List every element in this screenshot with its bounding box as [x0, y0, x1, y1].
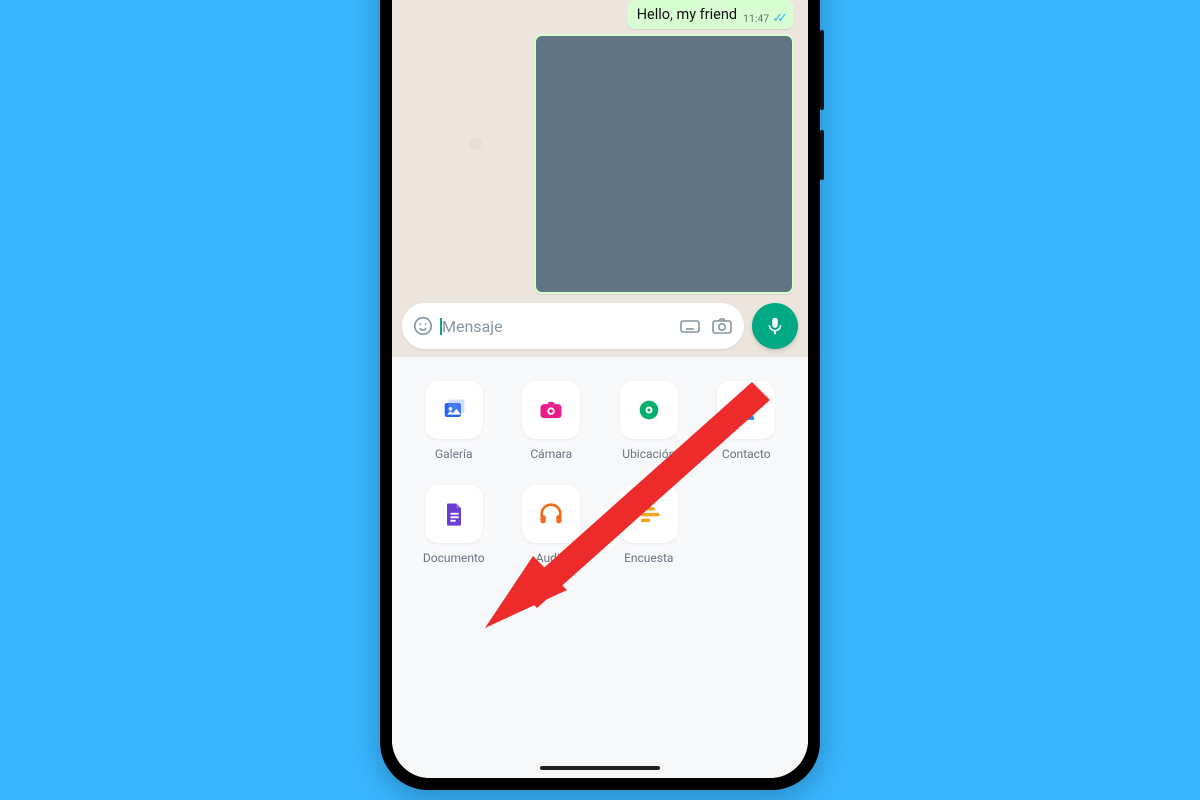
attachment-grid: Galería Cámara Ubicación: [414, 381, 786, 565]
home-indicator[interactable]: [540, 766, 660, 770]
phone-frame: Hello, my friend 11:47 ✓✓ Mens: [380, 0, 820, 790]
attach-option-gallery[interactable]: Galería: [414, 381, 494, 461]
attach-label: Encuesta: [624, 551, 673, 565]
gallery-icon: [425, 381, 483, 439]
contact-icon: [717, 381, 775, 439]
attach-option-location[interactable]: Ubicación: [609, 381, 689, 461]
location-icon: [620, 381, 678, 439]
message-meta: 11:47 ✓✓: [743, 11, 786, 26]
attach-label: Audio: [536, 551, 567, 565]
document-icon: [425, 485, 483, 543]
outgoing-image-attachment[interactable]: [534, 34, 794, 294]
phone-screen: Hello, my friend 11:47 ✓✓ Mens: [392, 0, 808, 778]
attach-option-document[interactable]: Documento: [414, 485, 494, 565]
message-text: Hello, my friend: [637, 6, 737, 23]
attach-label: Documento: [423, 551, 485, 565]
attach-label: Galería: [435, 447, 473, 461]
emoji-icon[interactable]: [412, 315, 434, 337]
poll-icon: [620, 485, 678, 543]
message-input-row: Mensaje: [392, 297, 808, 357]
microphone-icon: [764, 315, 786, 337]
attach-option-poll[interactable]: Encuesta: [609, 485, 689, 565]
attach-label: Ubicación: [622, 447, 675, 461]
attach-label: Contacto: [722, 447, 771, 461]
message-input-container[interactable]: Mensaje: [402, 303, 744, 349]
message-input[interactable]: Mensaje: [442, 317, 670, 336]
message-time: 11:47: [743, 12, 769, 25]
camera-attachment-icon: [522, 381, 580, 439]
attach-option-audio[interactable]: Audio: [512, 485, 592, 565]
camera-icon[interactable]: [710, 314, 734, 338]
keyboard-icon[interactable]: [678, 314, 702, 338]
voice-message-button[interactable]: [752, 303, 798, 349]
chat-area[interactable]: Hello, my friend 11:47 ✓✓: [392, 0, 808, 297]
attach-option-contact[interactable]: Contacto: [707, 381, 787, 461]
read-receipt-icon: ✓✓: [772, 11, 782, 26]
outgoing-message[interactable]: Hello, my friend 11:47 ✓✓: [627, 0, 794, 29]
attach-label: Cámara: [530, 447, 572, 461]
attach-option-camera[interactable]: Cámara: [512, 381, 592, 461]
attachment-panel: Galería Cámara Ubicación: [392, 357, 808, 778]
audio-icon: [522, 485, 580, 543]
